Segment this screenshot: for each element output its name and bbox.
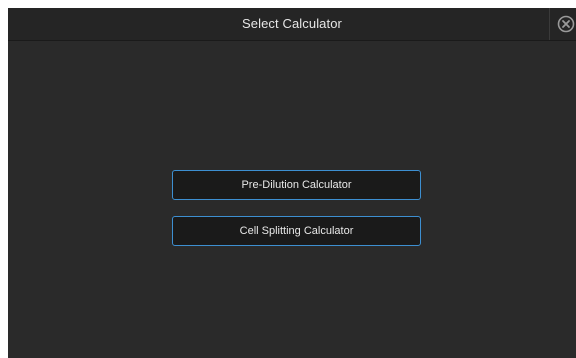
title-bar: Select Calculator: [8, 8, 576, 41]
close-icon: [557, 15, 575, 33]
dialog-title: Select Calculator: [242, 16, 342, 31]
dialog-body: Pre-Dilution Calculator Cell Splitting C…: [8, 41, 576, 358]
calculator-dialog: Select Calculator Pre-Dilution Calculato…: [8, 8, 576, 358]
close-button[interactable]: [549, 8, 576, 40]
cell-splitting-calculator-button[interactable]: Cell Splitting Calculator: [172, 216, 421, 246]
pre-dilution-calculator-button[interactable]: Pre-Dilution Calculator: [172, 170, 421, 200]
